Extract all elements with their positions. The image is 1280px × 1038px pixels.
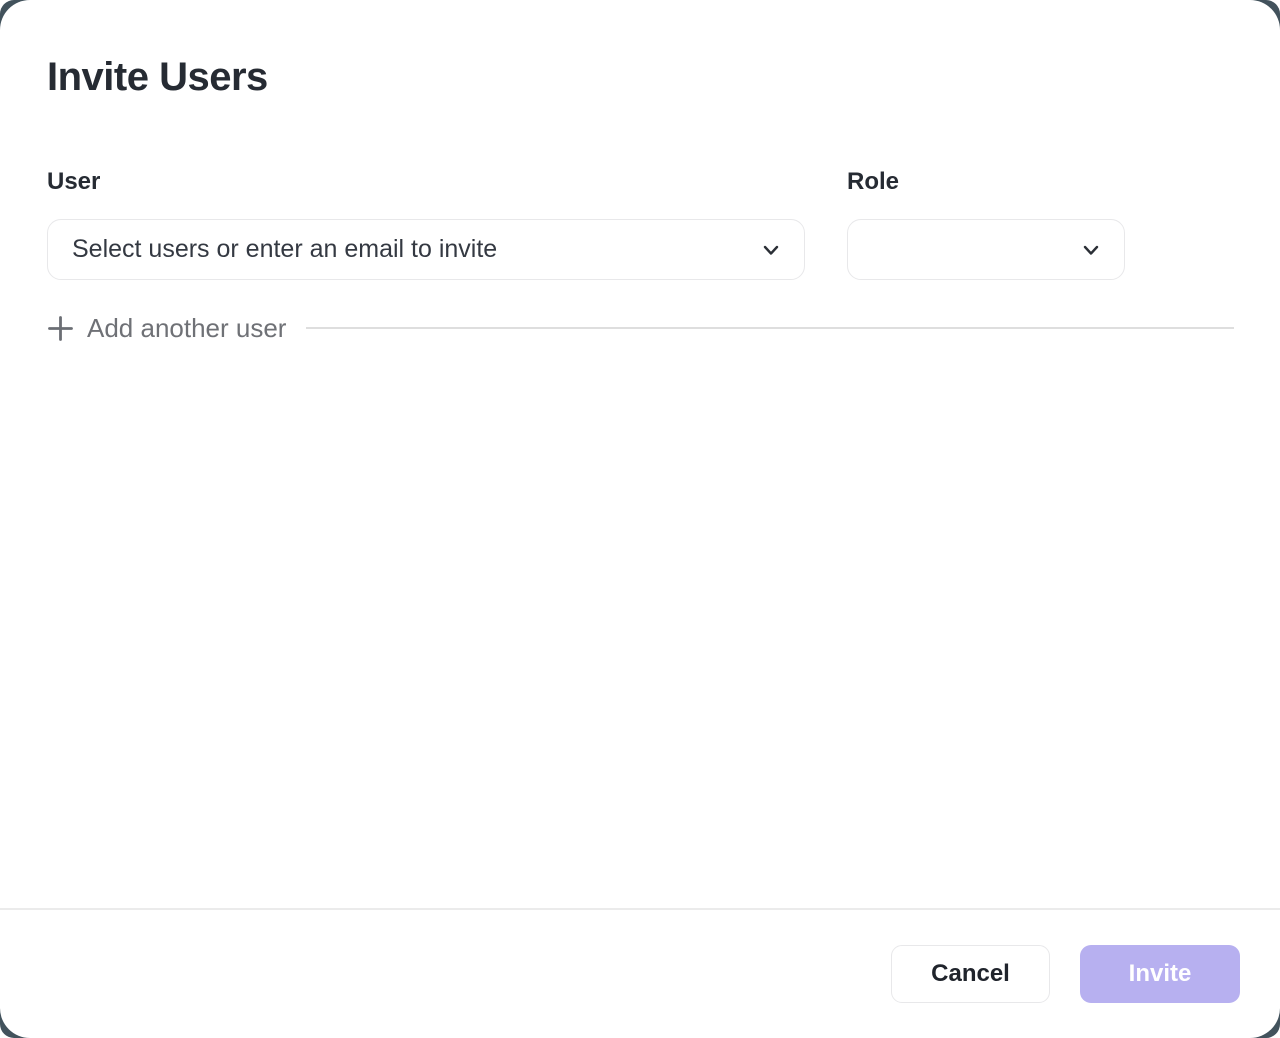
plus-icon: [47, 315, 74, 342]
modal-title: Invite Users: [47, 52, 1234, 102]
chevron-down-icon: [1080, 239, 1102, 261]
add-another-user-label: Add another user: [87, 313, 286, 344]
modal-footer: Cancel Invite: [0, 908, 1280, 1038]
chevron-down-icon: [760, 239, 782, 261]
role-field: Role: [847, 168, 1125, 280]
user-field: User Select users or enter an email to i…: [47, 168, 805, 280]
modal-body: Invite Users User Select users or enter …: [0, 0, 1280, 908]
invite-form-row: User Select users or enter an email to i…: [47, 168, 1234, 280]
user-field-label: User: [47, 168, 805, 196]
add-another-user-row: Add another user: [47, 308, 1234, 348]
cancel-button[interactable]: Cancel: [891, 945, 1050, 1003]
invite-users-modal: Invite Users User Select users or enter …: [0, 0, 1280, 1038]
role-field-label: Role: [847, 168, 1125, 196]
role-select[interactable]: [847, 219, 1125, 280]
horizontal-divider: [306, 327, 1234, 329]
invite-button[interactable]: Invite: [1080, 945, 1240, 1003]
user-select-placeholder: Select users or enter an email to invite: [72, 235, 760, 264]
user-select[interactable]: Select users or enter an email to invite: [47, 219, 805, 280]
add-another-user-button[interactable]: Add another user: [47, 313, 286, 344]
